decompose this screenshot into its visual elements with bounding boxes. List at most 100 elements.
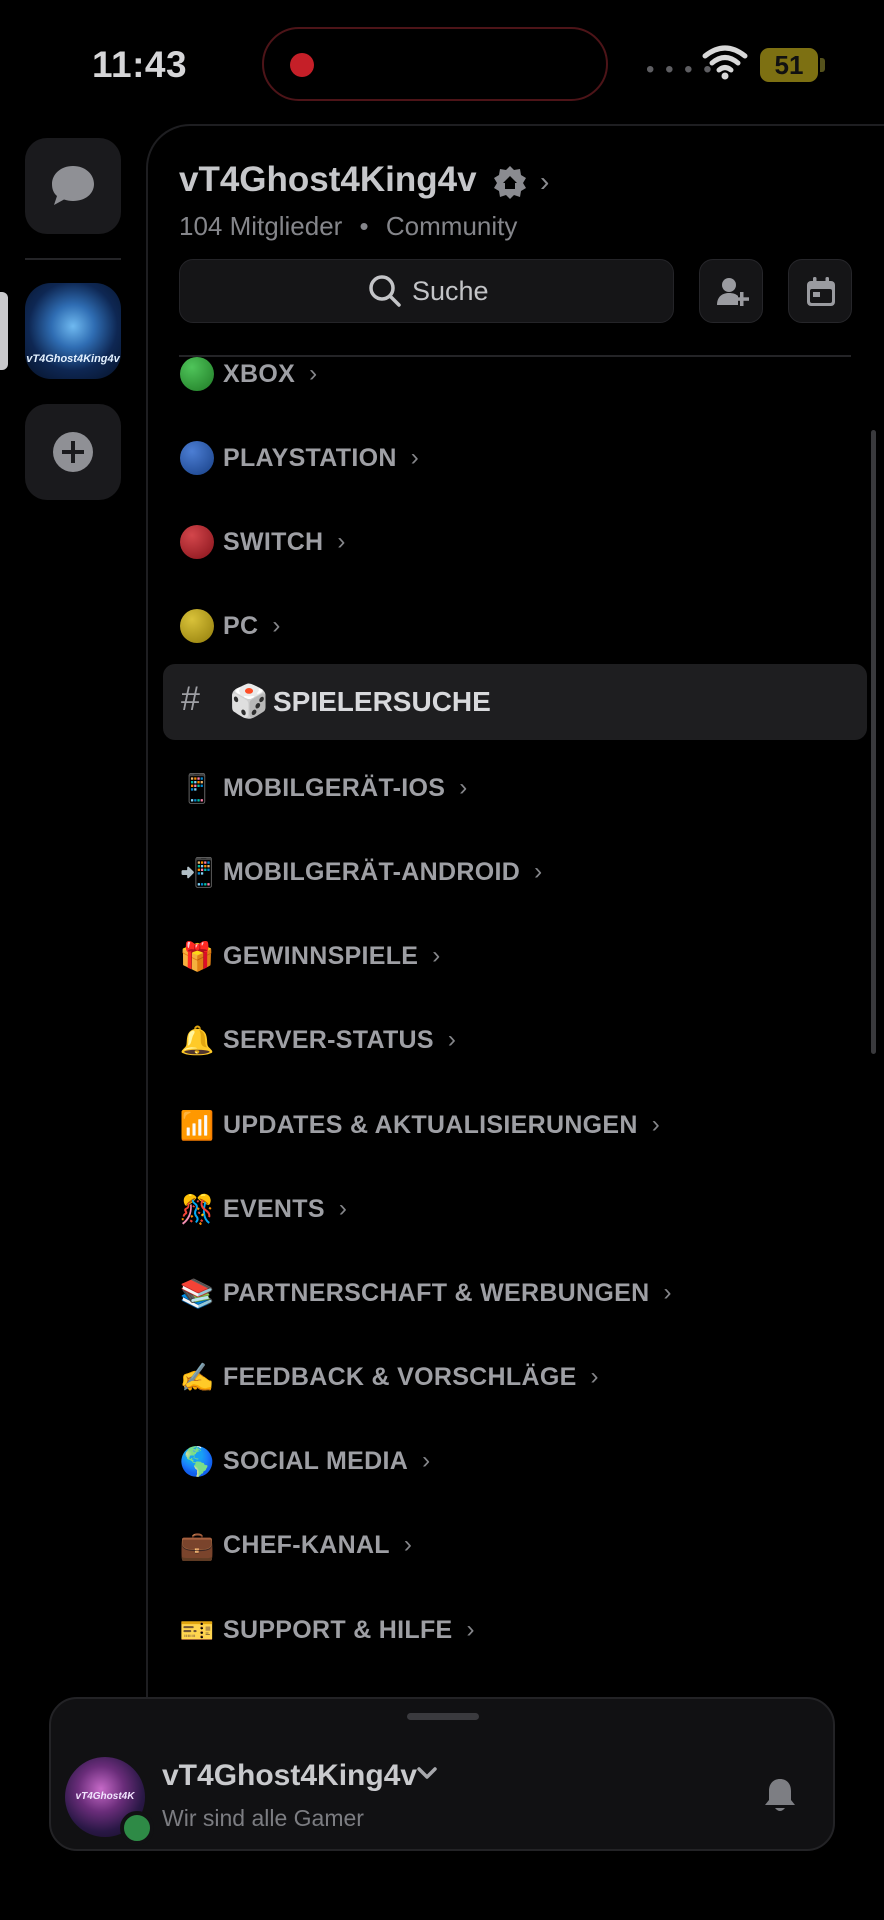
category-events[interactable]: 🎊 EVENTS ›	[179, 1189, 347, 1229]
member-count: 104 Mitglieder	[179, 211, 343, 241]
chevron-right-icon: ›	[447, 1026, 456, 1053]
channel-spielersuche[interactable]: # 🎲 SPIELERSUCHE	[163, 664, 867, 740]
recording-indicator-icon	[290, 53, 314, 77]
yellow-circle-icon	[179, 608, 215, 644]
chevron-right-icon: ›	[663, 1279, 672, 1306]
green-circle-icon	[179, 356, 215, 392]
category-mobilgeraet-ios[interactable]: 📱 MOBILGERÄT-IOS ›	[179, 768, 468, 808]
events-button[interactable]	[788, 259, 852, 323]
confetti-icon: 🎊	[179, 1193, 215, 1225]
username[interactable]: vT4Ghost4King4v	[162, 1759, 417, 1793]
category-label: SOCIAL MEDIA	[223, 1446, 409, 1475]
bell-icon[interactable]	[763, 1777, 797, 1815]
category-playstation[interactable]: PLAYSTATION ›	[179, 438, 419, 478]
category-chef-kanal[interactable]: 💼 CHEF-KANAL ›	[179, 1525, 412, 1565]
chevron-right-icon: ›	[590, 1363, 599, 1390]
category-label: SWITCH	[223, 527, 324, 556]
server-meta: 104 Mitglieder • Community	[179, 211, 517, 242]
mobile-phone-arrow-icon: 📲	[179, 856, 215, 888]
dice-icon: 🎲	[229, 683, 269, 719]
user-status-text: Wir sind alle Gamer	[162, 1805, 364, 1831]
online-status-icon	[120, 1811, 154, 1845]
status-time: 11:43	[92, 44, 188, 85]
search-icon	[369, 275, 401, 307]
writing-hand-icon: ✍	[179, 1361, 215, 1393]
category-label: GEWINNSPIELE	[223, 941, 419, 970]
gift-icon: 🎁	[179, 940, 215, 972]
category-label: XBOX	[223, 359, 296, 388]
category-xbox[interactable]: XBOX ›	[179, 354, 317, 394]
bell-emoji-icon: 🔔	[179, 1024, 215, 1056]
chevron-right-icon: ›	[410, 444, 419, 471]
category-social-media[interactable]: 🌎 SOCIAL MEDIA ›	[179, 1441, 431, 1481]
add-user-icon	[717, 278, 749, 306]
server-name[interactable]: vT4Ghost4King4v	[179, 160, 477, 200]
chevron-right-icon: ›	[338, 1195, 347, 1222]
category-label: MOBILGERÄT-ANDROID	[223, 857, 521, 886]
server-type: Community	[385, 211, 518, 241]
meta-separator: •	[359, 211, 369, 241]
selected-server-indicator	[0, 292, 8, 370]
add-server-button[interactable]	[25, 404, 121, 500]
ticket-icon: 🎫	[179, 1614, 215, 1646]
chevron-right-icon: ›	[432, 942, 441, 969]
category-mobilgeraet-android[interactable]: 📲 MOBILGERÄT-ANDROID ›	[179, 852, 543, 892]
server-icon[interactable]: vT4Ghost4King4v	[25, 283, 121, 379]
chevron-right-icon: ›	[272, 612, 281, 639]
search-label: Suche	[412, 275, 489, 306]
channel-label: SPIELERSUCHE	[273, 686, 491, 717]
chevron-right-icon: ›	[534, 858, 543, 885]
category-label: SUPPORT & HILFE	[223, 1615, 453, 1644]
community-badge-icon	[494, 166, 526, 199]
category-feedback[interactable]: ✍ FEEDBACK & VORSCHLÄGE ›	[179, 1357, 599, 1397]
search-bar[interactable]: Suche	[179, 259, 674, 323]
battery-tip	[820, 58, 825, 72]
category-server-status[interactable]: 🔔 SERVER-STATUS ›	[179, 1020, 456, 1060]
category-updates[interactable]: 📶 UPDATES & AKTUALISIERUNGEN ›	[179, 1105, 660, 1145]
blue-circle-icon	[179, 440, 215, 476]
avatar-text: vT4Ghost4K	[75, 1791, 135, 1802]
mobile-phone-icon: 📱	[179, 772, 215, 804]
plus-icon	[53, 432, 93, 472]
drag-handle[interactable]	[407, 1713, 479, 1720]
category-label: FEEDBACK & VORSCHLÄGE	[223, 1362, 577, 1391]
channel-list-scrollbar[interactable]	[871, 430, 876, 1054]
category-gewinnspiele[interactable]: 🎁 GEWINNSPIELE ›	[179, 936, 441, 976]
chevron-right-icon: ›	[309, 360, 318, 387]
chevron-right-icon: ›	[651, 1111, 660, 1138]
category-label: PLAYSTATION	[223, 443, 397, 472]
category-label: CHEF-KANAL	[223, 1530, 390, 1559]
category-switch[interactable]: SWITCH ›	[179, 522, 345, 562]
battery-indicator: 51	[760, 48, 818, 82]
calendar-icon	[807, 277, 835, 306]
category-label: SERVER-STATUS	[223, 1025, 434, 1054]
category-partnerschaft[interactable]: 📚 PARTNERSCHAFT & WERBUNGEN ›	[179, 1273, 672, 1313]
chevron-right-icon: ›	[466, 1616, 475, 1643]
briefcase-icon: 💼	[179, 1529, 215, 1561]
category-support[interactable]: 🎫 SUPPORT & HILFE ›	[179, 1610, 475, 1650]
invite-members-button[interactable]	[699, 259, 763, 323]
user-panel[interactable]: vT4Ghost4K vT4Ghost4King4v Wir sind alle…	[49, 1697, 835, 1851]
chevron-right-icon: ›	[422, 1447, 431, 1474]
dynamic-island	[262, 27, 608, 101]
chat-bubble-icon	[52, 166, 94, 205]
category-pc[interactable]: PC ›	[179, 606, 280, 646]
wifi-icon	[702, 45, 748, 80]
category-label: MOBILGERÄT-IOS	[223, 773, 446, 802]
chevron-down-icon[interactable]	[416, 1765, 438, 1781]
text-channel-hash-icon: #	[181, 680, 200, 718]
chevron-right-icon: ›	[459, 774, 468, 801]
globe-icon: 🌎	[179, 1445, 215, 1477]
direct-messages-button[interactable]	[25, 138, 121, 234]
books-icon: 📚	[179, 1277, 215, 1309]
category-label: EVENTS	[223, 1194, 325, 1223]
server-icon-text: vT4Ghost4King4v	[26, 353, 120, 365]
category-label: PARTNERSCHAFT & WERBUNGEN	[223, 1278, 650, 1307]
red-circle-icon	[179, 524, 215, 560]
category-label: PC	[223, 611, 259, 640]
category-label: UPDATES & AKTUALISIERUNGEN	[223, 1110, 638, 1139]
signal-bars-icon: 📶	[179, 1109, 215, 1141]
chevron-right-icon: ›	[403, 1531, 412, 1558]
chevron-right-icon: ›	[337, 528, 346, 555]
rail-separator	[25, 258, 121, 260]
